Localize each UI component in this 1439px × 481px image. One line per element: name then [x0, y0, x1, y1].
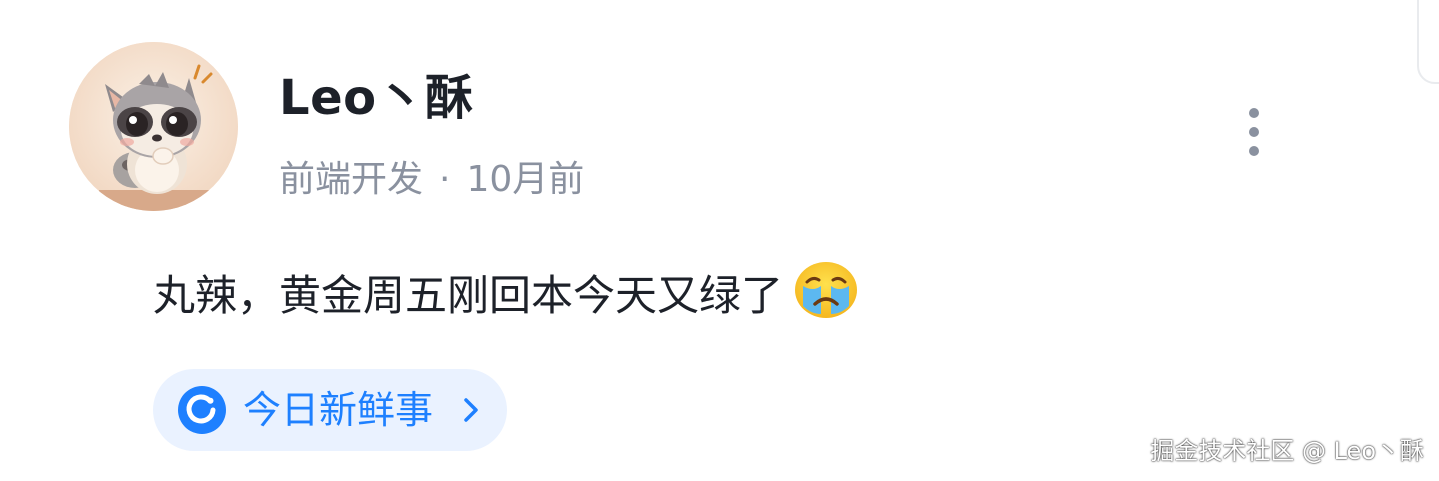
topic-label: 今日新鲜事 [243, 388, 434, 432]
crying-face-emoji [795, 262, 858, 318]
post-time: 10月前 [466, 159, 585, 200]
more-dot [1249, 146, 1259, 156]
scrollbar-edge [1417, 0, 1439, 84]
author-meta: 前端开发 · 10月前 [279, 155, 584, 205]
more-dot [1249, 108, 1259, 118]
author-name[interactable]: Leo丶酥 [279, 66, 474, 130]
topic-circle-icon [178, 386, 226, 434]
avatar[interactable] [69, 42, 238, 211]
topic-tag[interactable]: 今日新鲜事 [153, 369, 507, 451]
more-dot [1249, 127, 1259, 137]
raccoon-avatar-image [69, 42, 238, 211]
watermark: 掘金技术社区 @ Leo丶酥 [1150, 437, 1424, 465]
meta-separator: · [439, 159, 451, 200]
post-text: 丸辣，黄金周五刚回本今天又绿了 [153, 271, 784, 320]
more-vertical-icon[interactable] [1236, 104, 1272, 160]
author-job-title: 前端开发 [279, 159, 424, 200]
chevron-right-icon [464, 398, 478, 422]
post-content: 丸辣，黄金周五刚回本今天又绿了 [153, 260, 859, 328]
